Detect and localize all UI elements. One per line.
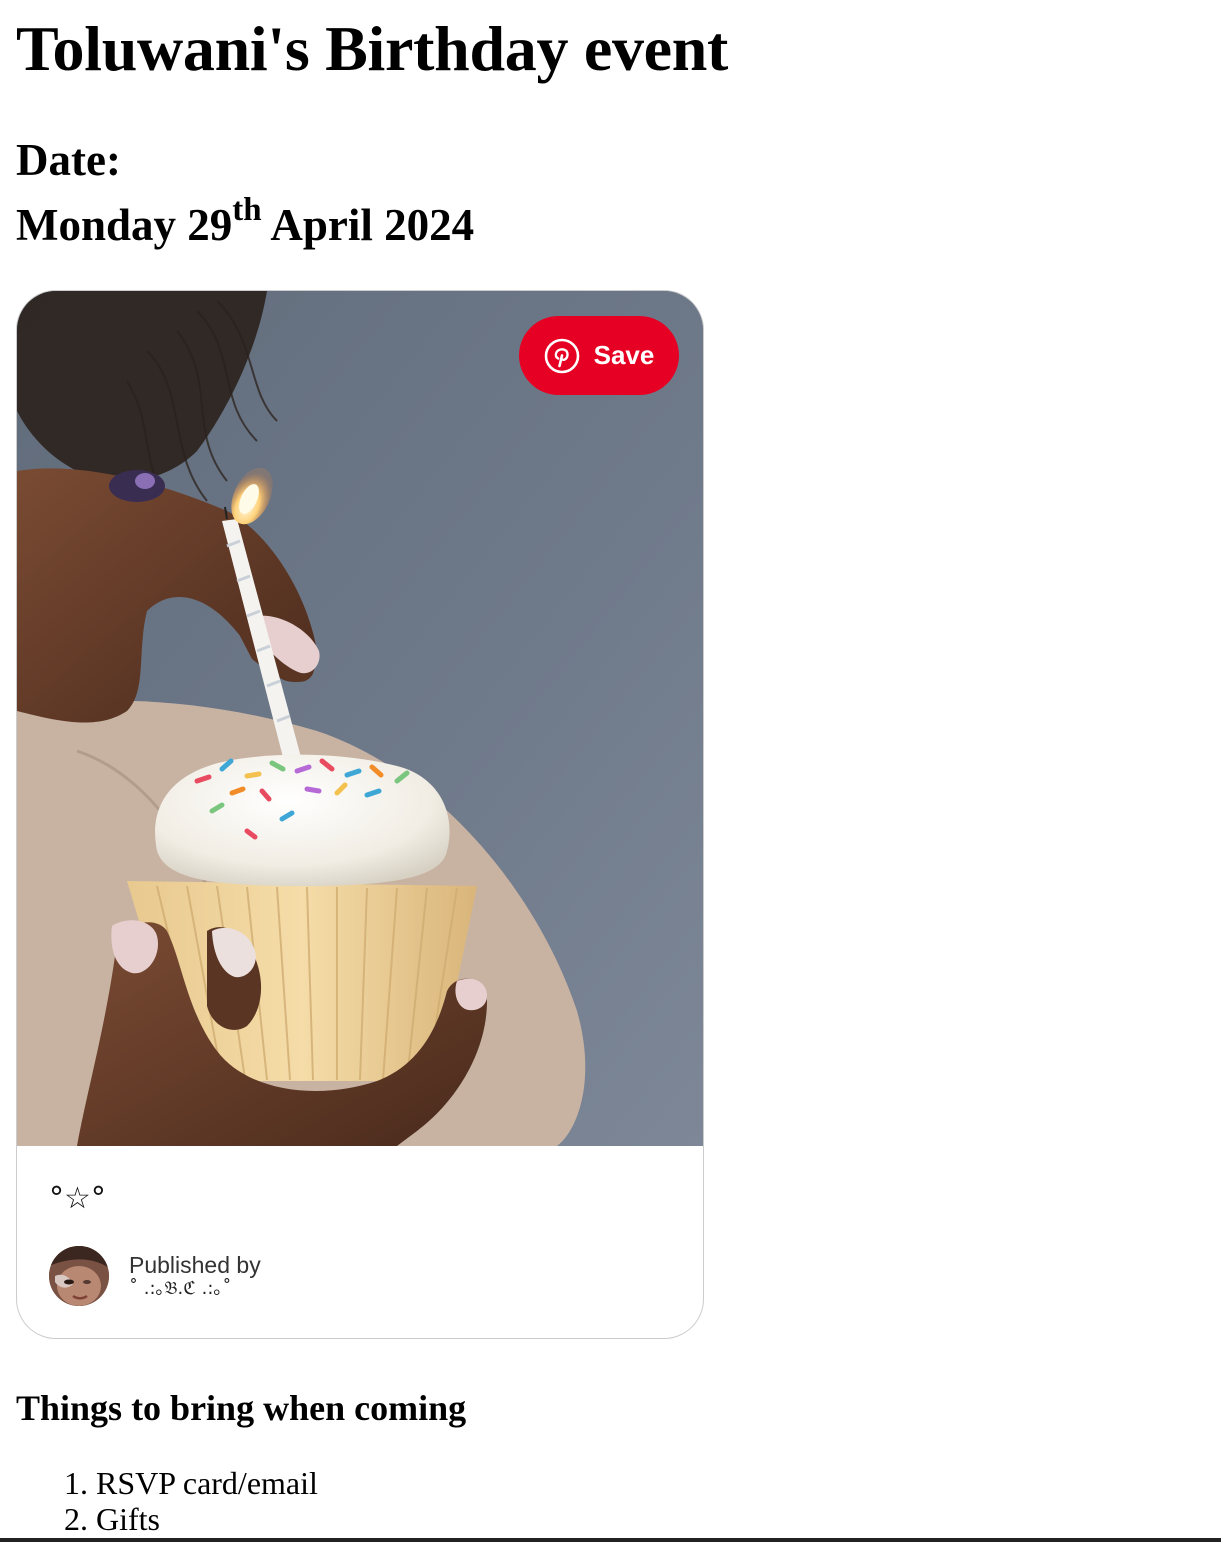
date-ordinal-suffix: th (232, 192, 262, 228)
publisher-info: Published by ˚ .:｡𝔅.ℭ .:｡˚ (129, 1252, 261, 1300)
pin-image-cupcake[interactable]: Save (17, 291, 703, 1146)
save-button[interactable]: Save (519, 316, 679, 395)
page: Toluwani's Birthday event Date: Monday 2… (0, 0, 1221, 1542)
list-item: Gifts (96, 1501, 318, 1537)
publisher-avatar-image (49, 1246, 109, 1306)
pin-publisher[interactable]: Published by ˚ .:｡𝔅.ℭ .:｡˚ (49, 1246, 261, 1306)
publisher-name[interactable]: ˚ .:｡𝔅.ℭ .:｡˚ (129, 1278, 261, 1300)
pinterest-pin-embed[interactable]: Save °☆° Published by ˚ .:｡𝔅.ℭ .:｡˚ (16, 290, 704, 1339)
published-by-label: Published by (129, 1252, 261, 1278)
date-day: Monday 29 (16, 200, 233, 250)
cupcake-photo-illustration (17, 291, 703, 1146)
page-title: Toluwani's Birthday event (16, 13, 729, 84)
bring-list: RSVP card/email Gifts (16, 1465, 318, 1537)
event-date: Date: Monday 29th April 2024 (16, 128, 474, 258)
pinterest-logo-icon (544, 338, 579, 373)
save-button-label: Save (593, 340, 655, 370)
bring-list-heading: Things to bring when coming (16, 1388, 467, 1428)
date-label: Date: (16, 135, 121, 185)
avatar[interactable] (49, 1246, 109, 1306)
list-item: RSVP card/email (96, 1465, 318, 1501)
date-month-year: April 2024 (261, 200, 475, 250)
pin-title: °☆° (49, 1181, 106, 1216)
bottom-divider (0, 1538, 1221, 1542)
